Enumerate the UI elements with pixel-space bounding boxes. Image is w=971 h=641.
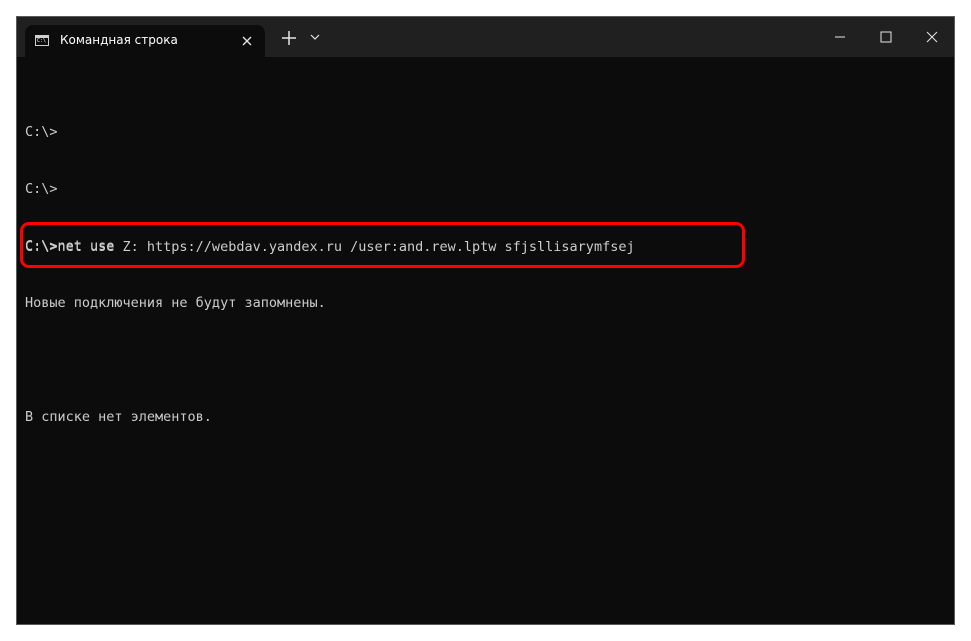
terminal-line: В списке нет элементов. <box>25 409 212 425</box>
maximize-icon <box>880 31 892 43</box>
terminal-line: C:\> <box>25 181 58 197</box>
chevron-down-icon <box>310 34 320 40</box>
maximize-button[interactable] <box>863 17 909 57</box>
tab-dropdown-button[interactable] <box>307 29 323 45</box>
tab-title: Командная строка <box>60 33 178 47</box>
minimize-button[interactable] <box>817 17 863 57</box>
terminal-output[interactable]: C:\> C:\> C:\>net use Новые подключения … <box>25 85 326 522</box>
new-tab-button[interactable] <box>279 28 299 48</box>
terminal-line: C:\> <box>25 124 58 140</box>
minimize-icon <box>835 36 845 38</box>
cmd-icon <box>35 35 49 46</box>
terminal-window: Командная строка <box>16 16 955 625</box>
close-tab-button[interactable] <box>239 33 255 49</box>
close-icon <box>926 31 938 43</box>
terminal-line: Новые подключения не будут запомнены. <box>25 295 326 311</box>
highlighted-command: C:\>net use Z: https://webdav.yandex.ru … <box>25 239 635 255</box>
plus-icon <box>282 31 296 45</box>
close-window-button[interactable] <box>909 17 954 57</box>
close-icon <box>242 36 252 46</box>
title-bar[interactable]: Командная строка <box>17 17 954 57</box>
tab-command-prompt[interactable]: Командная строка <box>25 25 265 57</box>
